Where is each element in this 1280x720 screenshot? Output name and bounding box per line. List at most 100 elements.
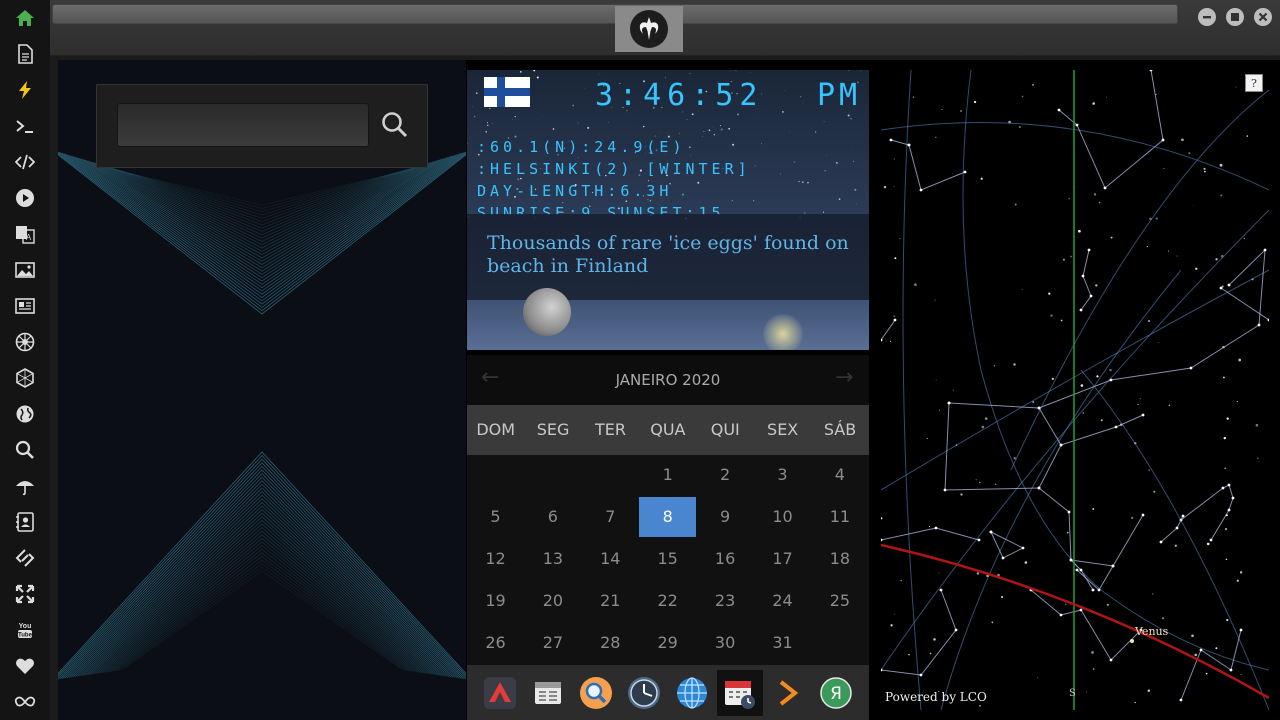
direction-label: S — [1069, 688, 1076, 699]
weekday-label: DOM — [476, 420, 516, 439]
calendar-day[interactable]: 31 — [754, 623, 811, 663]
svg-text:A: A — [26, 233, 32, 242]
code-icon — [15, 154, 35, 170]
calendar-day[interactable]: 10 — [754, 497, 811, 537]
dock-item-calendar-news[interactable] — [525, 670, 571, 716]
dock-item-calendar-clock[interactable] — [717, 670, 763, 716]
calendar-day[interactable]: 1 — [639, 455, 696, 495]
minimize-button[interactable] — [1198, 8, 1216, 26]
news-headline[interactable]: Thousands of rare 'ice eggs' found on be… — [487, 232, 857, 278]
sidebar-item-news[interactable] — [0, 288, 50, 324]
calendar-day[interactable]: 2 — [697, 455, 754, 495]
help-button[interactable]: ? — [1245, 74, 1263, 92]
calendar-day[interactable]: 12 — [467, 539, 524, 579]
sidebar-item-document[interactable] — [0, 36, 50, 72]
heart-icon — [16, 658, 34, 674]
calendar-day[interactable]: 29 — [639, 623, 696, 663]
calendar-header: ← JANEIRO 2020 → — [467, 355, 869, 405]
calendar-day[interactable]: 17 — [754, 539, 811, 579]
sidebar-item-translate[interactable]: A — [0, 216, 50, 252]
calendar-day[interactable]: 11 — [811, 497, 868, 537]
svg-text:Я: Я — [830, 684, 842, 704]
search-input[interactable] — [117, 103, 369, 147]
calendar-day[interactable]: 15 — [639, 539, 696, 579]
dock-item-forward[interactable] — [765, 670, 811, 716]
calendar-day[interactable]: 18 — [811, 539, 868, 579]
sidebar: A You Tube — [0, 0, 50, 720]
planet-label: Venus — [1135, 625, 1169, 638]
sidebar-item-lightning[interactable] — [0, 72, 50, 108]
calendar-day[interactable]: 13 — [524, 539, 581, 579]
calendar-day[interactable]: 28 — [582, 623, 639, 663]
dock-item-yandex[interactable]: Я — [813, 670, 859, 716]
dock-item-search[interactable] — [573, 670, 619, 716]
calendar-day[interactable]: 3 — [754, 455, 811, 495]
calendar-day[interactable]: 7 — [582, 497, 639, 537]
calendar-next-button[interactable]: → — [835, 365, 853, 390]
minimize-icon — [1203, 16, 1211, 19]
sidebar-item-expand[interactable] — [0, 576, 50, 612]
sidebar-item-image[interactable] — [0, 252, 50, 288]
yandex-icon: Я — [820, 677, 852, 709]
coordinates: :60.1(N):24.9(E) — [477, 138, 686, 156]
expand-icon — [15, 584, 35, 604]
close-button[interactable] — [1254, 8, 1272, 26]
sidebar-item-code[interactable] — [0, 144, 50, 180]
sidebar-item-umbrella[interactable] — [0, 468, 50, 504]
calendar-day-today[interactable]: 8 — [639, 497, 697, 537]
calendar-day[interactable]: 30 — [697, 623, 754, 663]
umbrella-icon — [16, 481, 34, 496]
calendar-day[interactable]: 23 — [697, 581, 754, 621]
sun-icon — [763, 314, 803, 350]
calendar-day[interactable]: 27 — [524, 623, 581, 663]
dock-item-app[interactable] — [477, 670, 523, 716]
calendar-newspaper-icon — [535, 682, 561, 704]
sidebar-item-play[interactable] — [0, 180, 50, 216]
maximize-button[interactable] — [1226, 8, 1244, 26]
sidebar-item-heart[interactable] — [0, 648, 50, 684]
calendar-day[interactable]: 25 — [811, 581, 868, 621]
sidebar-item-home[interactable] — [0, 0, 50, 36]
calendar-day[interactable]: 22 — [639, 581, 696, 621]
calendar-day[interactable]: 20 — [524, 581, 581, 621]
calendar-day[interactable]: 21 — [582, 581, 639, 621]
dock-item-clock[interactable] — [621, 670, 667, 716]
calendar-day[interactable]: 16 — [697, 539, 754, 579]
terminal-icon — [16, 120, 33, 133]
globe-icon — [16, 405, 34, 423]
calendar-day[interactable]: 24 — [754, 581, 811, 621]
link-icon — [15, 549, 35, 567]
news-icon — [15, 298, 35, 314]
logo-tab[interactable] — [615, 6, 683, 52]
sidebar-item-link[interactable] — [0, 540, 50, 576]
sidebar-item-hexagon[interactable] — [0, 360, 50, 396]
calendar-day[interactable]: 14 — [582, 539, 639, 579]
weekday-label: SEG — [536, 420, 570, 439]
day-length: DAY-LENGTH:6.3H — [477, 182, 673, 200]
globe-icon — [677, 677, 707, 709]
news-banner[interactable]: Thousands of rare 'ice eggs' found on be… — [467, 214, 869, 300]
dock-item-globe[interactable] — [669, 670, 715, 716]
calendar-day[interactable]: 6 — [524, 497, 581, 537]
sky-map[interactable]: ? Venus S Powered by LCO — [881, 70, 1269, 710]
hexagon-icon — [16, 368, 34, 388]
sidebar-item-search[interactable] — [0, 432, 50, 468]
sidebar-item-infinity[interactable] — [0, 684, 50, 720]
calendar-day[interactable]: 26 — [467, 623, 524, 663]
clock-time: 3:46:52 — [595, 78, 764, 113]
sidebar-item-imperial[interactable] — [0, 324, 50, 360]
search-button[interactable] — [377, 105, 413, 145]
sidebar-item-contacts[interactable] — [0, 504, 50, 540]
calendar-day[interactable]: 4 — [811, 455, 868, 495]
calendar-grid: 1 2 3 4 5 6 7 8 9 10 11 12 13 14 15 16 17 18 19 20 21 22 23 24 2… — [467, 455, 869, 665]
sidebar-item-terminal[interactable] — [0, 108, 50, 144]
sidebar-item-youtube[interactable]: You Tube — [0, 612, 50, 648]
clock-icon — [628, 677, 660, 709]
calendar-day[interactable]: 5 — [467, 497, 524, 537]
calendar-day[interactable]: 19 — [467, 581, 524, 621]
translate-icon: A — [16, 226, 35, 244]
moon-phase-icon — [523, 288, 571, 336]
calendar-day[interactable]: 9 — [697, 497, 754, 537]
search-icon — [382, 112, 408, 138]
sidebar-item-globe[interactable] — [0, 396, 50, 432]
